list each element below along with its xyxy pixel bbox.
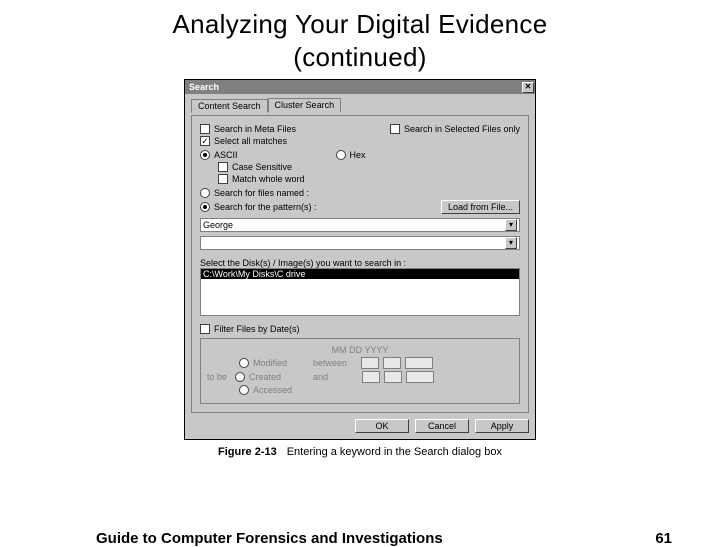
date-header: MM DD YYYY: [207, 345, 513, 355]
label-created: Created: [249, 372, 281, 382]
date-yyyy-1[interactable]: [405, 357, 433, 369]
radio-ascii[interactable]: [200, 150, 210, 160]
radio-created[interactable]: [235, 372, 245, 382]
label-filter-dates: Filter Files by Date(s): [214, 324, 300, 334]
pattern-value: George: [203, 220, 233, 230]
radio-modified[interactable]: [239, 358, 249, 368]
checkbox-whole-word[interactable]: [218, 174, 228, 184]
date-mm-1[interactable]: [361, 357, 379, 369]
slide-title: Analyzing Your Digital Evidence (continu…: [0, 0, 720, 75]
date-dd-1[interactable]: [383, 357, 401, 369]
label-case-sensitive: Case Sensitive: [232, 162, 292, 172]
figure-number: Figure 2-13: [218, 446, 277, 458]
radio-accessed[interactable]: [239, 385, 249, 395]
checkbox-search-meta[interactable]: [200, 124, 210, 134]
label-whole-word: Match whole word: [232, 174, 305, 184]
footer-book: Guide to Computer Forensics and Investig…: [96, 530, 443, 547]
search-dialog: Search ✕ Content Search Cluster Search S…: [184, 79, 536, 440]
tab-content-search[interactable]: Content Search: [191, 99, 268, 113]
figure-caption: Figure 2-13 Entering a keyword in the Sea…: [0, 446, 720, 458]
label-ascii: ASCII: [214, 150, 238, 160]
cancel-button[interactable]: Cancel: [415, 419, 469, 433]
figure-text: Entering a keyword in the Search dialog …: [287, 446, 502, 458]
label-modified: Modified: [253, 358, 287, 368]
pattern-combo-2[interactable]: ▾: [200, 236, 520, 250]
pattern-combo[interactable]: George ▾: [200, 218, 520, 232]
titlebar[interactable]: Search ✕: [185, 80, 535, 94]
radio-hex[interactable]: [336, 150, 346, 160]
label-select-disks: Select the Disk(s) / Image(s) you want t…: [200, 258, 520, 268]
footer-page: 61: [655, 530, 672, 547]
load-from-file-button[interactable]: Load from File...: [441, 200, 520, 214]
date-yyyy-2[interactable]: [406, 371, 434, 383]
title-line-1: Analyzing Your Digital Evidence: [173, 9, 548, 39]
label-search-selected: Search in Selected Files only: [404, 124, 520, 134]
chevron-down-icon[interactable]: ▾: [505, 219, 517, 231]
dialog-title: Search: [189, 82, 219, 92]
tab-panel: Search in Meta Files Search in Selected …: [191, 115, 529, 413]
ok-button[interactable]: OK: [355, 419, 409, 433]
apply-button[interactable]: Apply: [475, 419, 529, 433]
label-hex: Hex: [350, 150, 366, 160]
checkbox-filter-dates[interactable]: [200, 324, 210, 334]
checkbox-search-selected[interactable]: [390, 124, 400, 134]
date-mm-2[interactable]: [362, 371, 380, 383]
list-item[interactable]: C:\Work\My Disks\C drive: [201, 269, 519, 279]
close-icon[interactable]: ✕: [522, 82, 534, 93]
label-accessed: Accessed: [253, 385, 292, 395]
checkbox-select-all[interactable]: ✓: [200, 136, 210, 146]
radio-search-patterns[interactable]: [200, 202, 210, 212]
disk-listbox[interactable]: C:\Work\My Disks\C drive: [200, 268, 520, 316]
checkbox-case-sensitive[interactable]: [218, 162, 228, 172]
label-tobe: to be: [207, 372, 231, 382]
label-search-patterns: Search for the pattern(s) :: [214, 202, 317, 212]
label-search-meta: Search in Meta Files: [214, 124, 296, 134]
label-between: between: [313, 358, 347, 368]
chevron-down-icon[interactable]: ▾: [505, 237, 517, 249]
label-select-all: Select all matches: [214, 136, 287, 146]
title-line-2: (continued): [293, 42, 426, 72]
tab-cluster-search[interactable]: Cluster Search: [268, 98, 342, 112]
label-and: and: [313, 372, 328, 382]
radio-search-filenames[interactable]: [200, 188, 210, 198]
date-filter-group: MM DD YYYY Modified between to be Create…: [200, 338, 520, 404]
date-dd-2[interactable]: [384, 371, 402, 383]
label-search-filenames: Search for files named :: [214, 188, 309, 198]
